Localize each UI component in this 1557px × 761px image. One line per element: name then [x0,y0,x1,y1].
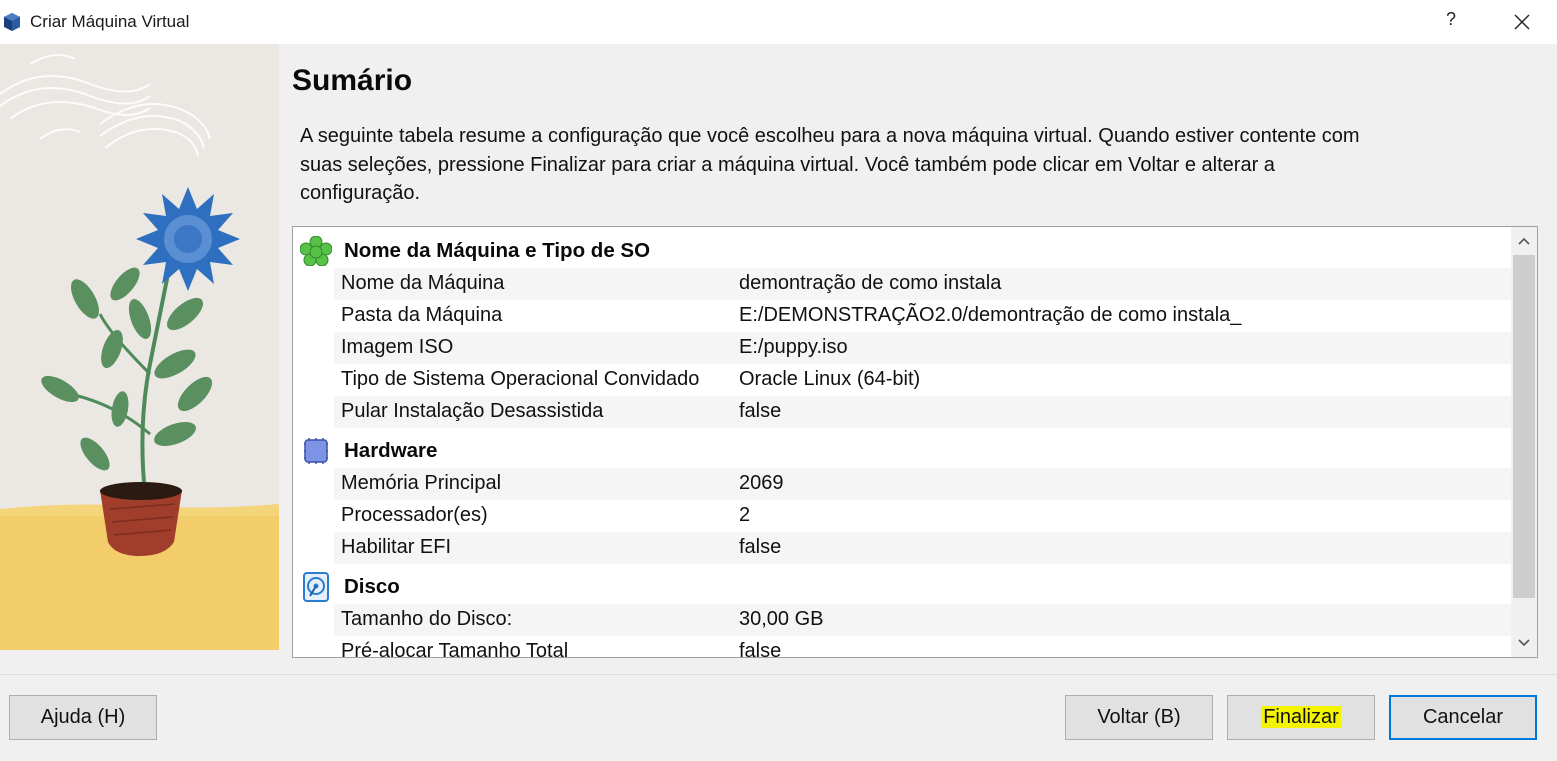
group-title: Disco [344,575,400,598]
table-row: Tamanho do Disco: 30,00 GB [334,604,1511,636]
group-title: Nome da Máquina e Tipo de SO [344,239,651,262]
page-description: A seguinte tabela resume a configuração … [300,125,1360,204]
row-key: Pasta da Máquina [341,304,503,326]
scroll-up-icon[interactable] [1511,227,1537,255]
row-value: false [739,400,782,422]
finish-button-label: Finalizar [1261,706,1341,728]
chip-icon [304,438,328,464]
group-disk: Disco [293,566,1511,604]
row-value: 2 [739,504,751,526]
table-row: Pular Instalação Desassistida false [334,396,1511,428]
table-row: Nome da Máquina demontração de como inst… [334,268,1511,300]
title-bar: Criar Máquina Virtual ? [0,0,1557,44]
row-value: 30,00 GB [739,608,824,630]
table-row: Imagem ISO E:/puppy.iso [334,332,1511,364]
close-icon[interactable] [1509,8,1535,36]
row-key: Habilitar EFI [341,536,452,558]
row-key: Tipo de Sistema Operacional Convidado [341,368,700,390]
row-value: false [739,640,782,658]
table-row: Tipo de Sistema Operacional Convidado Or… [334,364,1511,396]
row-key: Pré-alocar Tamanho Total [341,640,569,658]
group-title: Hardware [344,439,438,462]
summary-table[interactable]: Nome da Máquina e Tipo de SO Nome da Máq… [292,226,1538,658]
table-row: Processador(es) 2 [334,500,1511,532]
row-key: Tamanho do Disco: [341,608,513,630]
hard-disk-icon [303,572,329,602]
group-os-type: Nome da Máquina e Tipo de SO [293,230,1511,268]
table-row: Pré-alocar Tamanho Total false [334,636,1511,658]
row-value: false [739,536,782,558]
table-row: Habilitar EFI false [334,532,1511,564]
os-type-icon [300,236,332,266]
create-vm-dialog: Criar Máquina Virtual ? Sumário A seguin… [0,0,1557,761]
scrollbar-thumb[interactable] [1513,255,1535,598]
cancel-button[interactable]: Cancelar [1389,695,1537,740]
row-key: Memória Principal [341,472,502,494]
table-row: Pasta da Máquina E:/DEMONSTRAÇÃO2.0/demo… [334,300,1511,332]
wizard-illustration [0,44,279,650]
row-key: Processador(es) [341,504,488,526]
row-value: demontração de como instala [739,272,1002,294]
table-row: Memória Principal 2069 [334,468,1511,500]
scroll-down-icon[interactable] [1511,629,1537,657]
button-bar-separator [0,674,1557,675]
row-value: 2069 [739,472,784,494]
page-title: Sumário [292,64,413,97]
finish-button[interactable]: Finalizar [1227,695,1375,740]
row-key: Imagem ISO [341,336,454,358]
back-button[interactable]: Voltar (B) [1065,695,1213,740]
row-value: E:/puppy.iso [739,336,848,358]
help-icon[interactable]: ? [1441,9,1461,35]
row-key: Pular Instalação Desassistida [341,400,604,422]
row-value: E:/DEMONSTRAÇÃO2.0/demontração de como i… [739,304,1242,326]
window-title: Criar Máquina Virtual [30,12,190,31]
help-button[interactable]: Ajuda (H) [9,695,157,740]
row-value: Oracle Linux (64-bit) [739,368,921,390]
vertical-scrollbar[interactable] [1511,227,1537,657]
group-hardware: Hardware [293,430,1511,468]
row-key: Nome da Máquina [341,272,505,294]
virtualbox-icon [4,13,20,31]
